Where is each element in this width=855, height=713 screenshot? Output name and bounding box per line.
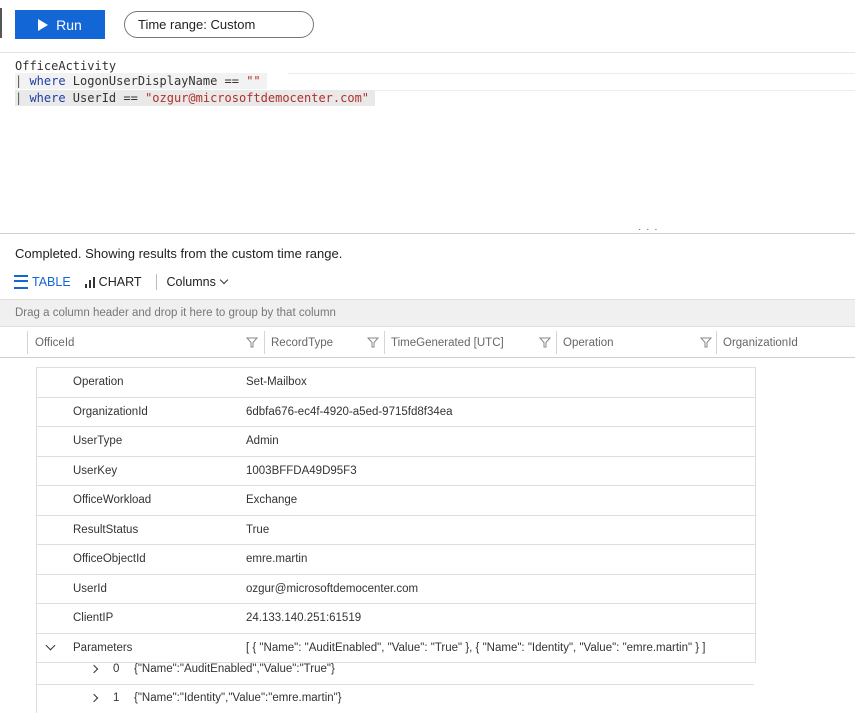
column-header-organizationid[interactable]: OrganizationId	[716, 328, 855, 357]
filter-icon[interactable]	[367, 337, 379, 348]
detail-value: Admin	[246, 435, 279, 447]
play-icon	[38, 18, 49, 31]
detail-row: ResultStatus True	[37, 516, 755, 545]
column-header-label: RecordType	[271, 336, 334, 349]
detail-row: ClientIP 24.133.140.251:61519	[37, 604, 755, 634]
column-header-label: Operation	[563, 336, 614, 349]
chevron-right-icon[interactable]	[89, 693, 99, 703]
detail-row: OfficeWorkload Exchange	[37, 486, 755, 516]
detail-value: 1003BFFDA49D95F3	[246, 464, 357, 477]
detail-key: UserKey	[73, 464, 118, 477]
detail-value: [ { "Name": "AuditEnabled", "Value": "Tr…	[246, 641, 706, 654]
column-header-operation[interactable]: Operation	[556, 328, 716, 357]
column-header-recordtype[interactable]: RecordType	[264, 328, 384, 357]
results-view-tabs: TABLE CHART Columns	[14, 272, 229, 292]
detail-key: OrganizationId	[73, 405, 148, 418]
run-label: Run	[56, 16, 82, 33]
chevron-right-icon[interactable]	[89, 664, 99, 674]
parameter-index: 1	[113, 692, 120, 704]
table-icon	[14, 275, 28, 289]
expand-chevron-icon[interactable]	[45, 640, 56, 650]
detail-key: UserType	[73, 435, 123, 447]
detail-key: Parameters	[73, 641, 133, 654]
detail-value: 24.133.140.251:61519	[246, 612, 362, 624]
tab-separator	[155, 274, 157, 290]
query-line-1[interactable]: OfficeActivity	[15, 58, 116, 74]
detail-row: OrganizationId 6dbfa676-ec4f-4920-a5ed-9…	[37, 398, 755, 427]
detail-row: OfficeObjectId emre.martin	[37, 545, 755, 575]
column-header-officeid[interactable]: OfficeId	[28, 328, 265, 357]
filter-icon[interactable]	[539, 337, 551, 348]
detail-key: OfficeObjectId	[73, 553, 146, 565]
group-by-drop-zone[interactable]: Drag a column header and drop it here to…	[0, 299, 855, 327]
tab-chart-label: CHART	[98, 275, 142, 289]
time-range-label: Time range: Custom	[138, 17, 256, 32]
column-header-timegenerated[interactable]: TimeGenerated [UTC]	[384, 328, 556, 357]
query-editor[interactable]: OfficeActivity | where LogonUserDisplayN…	[0, 52, 855, 229]
query-line-3[interactable]: | where UserId == "ozgur@microsoftdemoce…	[15, 90, 376, 106]
tab-table-label: TABLE	[32, 275, 71, 289]
current-line-highlight	[288, 73, 855, 91]
detail-key: OfficeWorkload	[73, 494, 152, 506]
column-header-label: OfficeId	[35, 336, 75, 349]
record-detail-table: Operation Set-Mailbox OrganizationId 6db…	[36, 367, 756, 663]
time-range-picker[interactable]: Time range: Custom	[124, 11, 314, 38]
detail-value: Set-Mailbox	[246, 376, 307, 388]
detail-row: UserId ozgur@microsoftdemocenter.com	[37, 575, 755, 604]
parameter-value: {"Name":"Identity","Value":"emre.martin"…	[134, 692, 342, 704]
chart-icon	[84, 276, 95, 288]
detail-row: UserType Admin	[37, 427, 755, 457]
query-toolbar: Run Time range: Custom	[0, 0, 855, 48]
filter-icon[interactable]	[700, 337, 712, 348]
group-by-hint: Drag a column header and drop it here to…	[15, 307, 336, 319]
tab-table[interactable]: TABLE	[14, 275, 71, 289]
detail-value: ozgur@microsoftdemocenter.com	[246, 582, 419, 595]
columns-dropdown[interactable]: Columns	[166, 275, 229, 289]
results-status: Completed. Showing results from the cust…	[15, 246, 343, 261]
detail-key: Operation	[73, 376, 124, 388]
filter-icon[interactable]	[246, 337, 258, 348]
columns-label: Columns	[166, 275, 216, 289]
run-button[interactable]: Run	[15, 10, 105, 39]
detail-row: Operation Set-Mailbox	[37, 368, 755, 398]
detail-value: True	[246, 523, 270, 536]
column-header-label: OrganizationId	[723, 336, 798, 349]
parameter-item[interactable]: 1 {"Name":"Identity","Value":"emre.marti…	[36, 684, 754, 713]
chevron-down-icon	[219, 275, 229, 285]
detail-value: Exchange	[246, 494, 298, 506]
column-header-row: OfficeId RecordType TimeGenerated [UTC] …	[0, 328, 855, 358]
detail-row: UserKey 1003BFFDA49D95F3	[37, 457, 755, 486]
parameter-item[interactable]: 0 {"Name":"AuditEnabled","Value":"True"}	[36, 656, 754, 684]
detail-key: UserId	[73, 582, 107, 595]
parameter-value: {"Name":"AuditEnabled","Value":"True"}	[134, 663, 335, 675]
pane-edge	[0, 8, 2, 38]
detail-value: emre.martin	[246, 553, 308, 565]
query-line-2[interactable]: | where LogonUserDisplayName == ""	[15, 73, 267, 89]
detail-value: 6dbfa676-ec4f-4920-a5ed-9715fd8f34ea	[246, 405, 453, 418]
detail-key: ClientIP	[73, 612, 114, 624]
parameter-index: 0	[113, 663, 120, 675]
tab-chart[interactable]: CHART	[84, 275, 142, 289]
detail-key: ResultStatus	[73, 523, 139, 536]
pane-splitter[interactable]	[0, 233, 855, 234]
parameters-list: 0 {"Name":"AuditEnabled","Value":"True"}…	[36, 656, 754, 713]
column-header-label: TimeGenerated [UTC]	[391, 336, 504, 349]
